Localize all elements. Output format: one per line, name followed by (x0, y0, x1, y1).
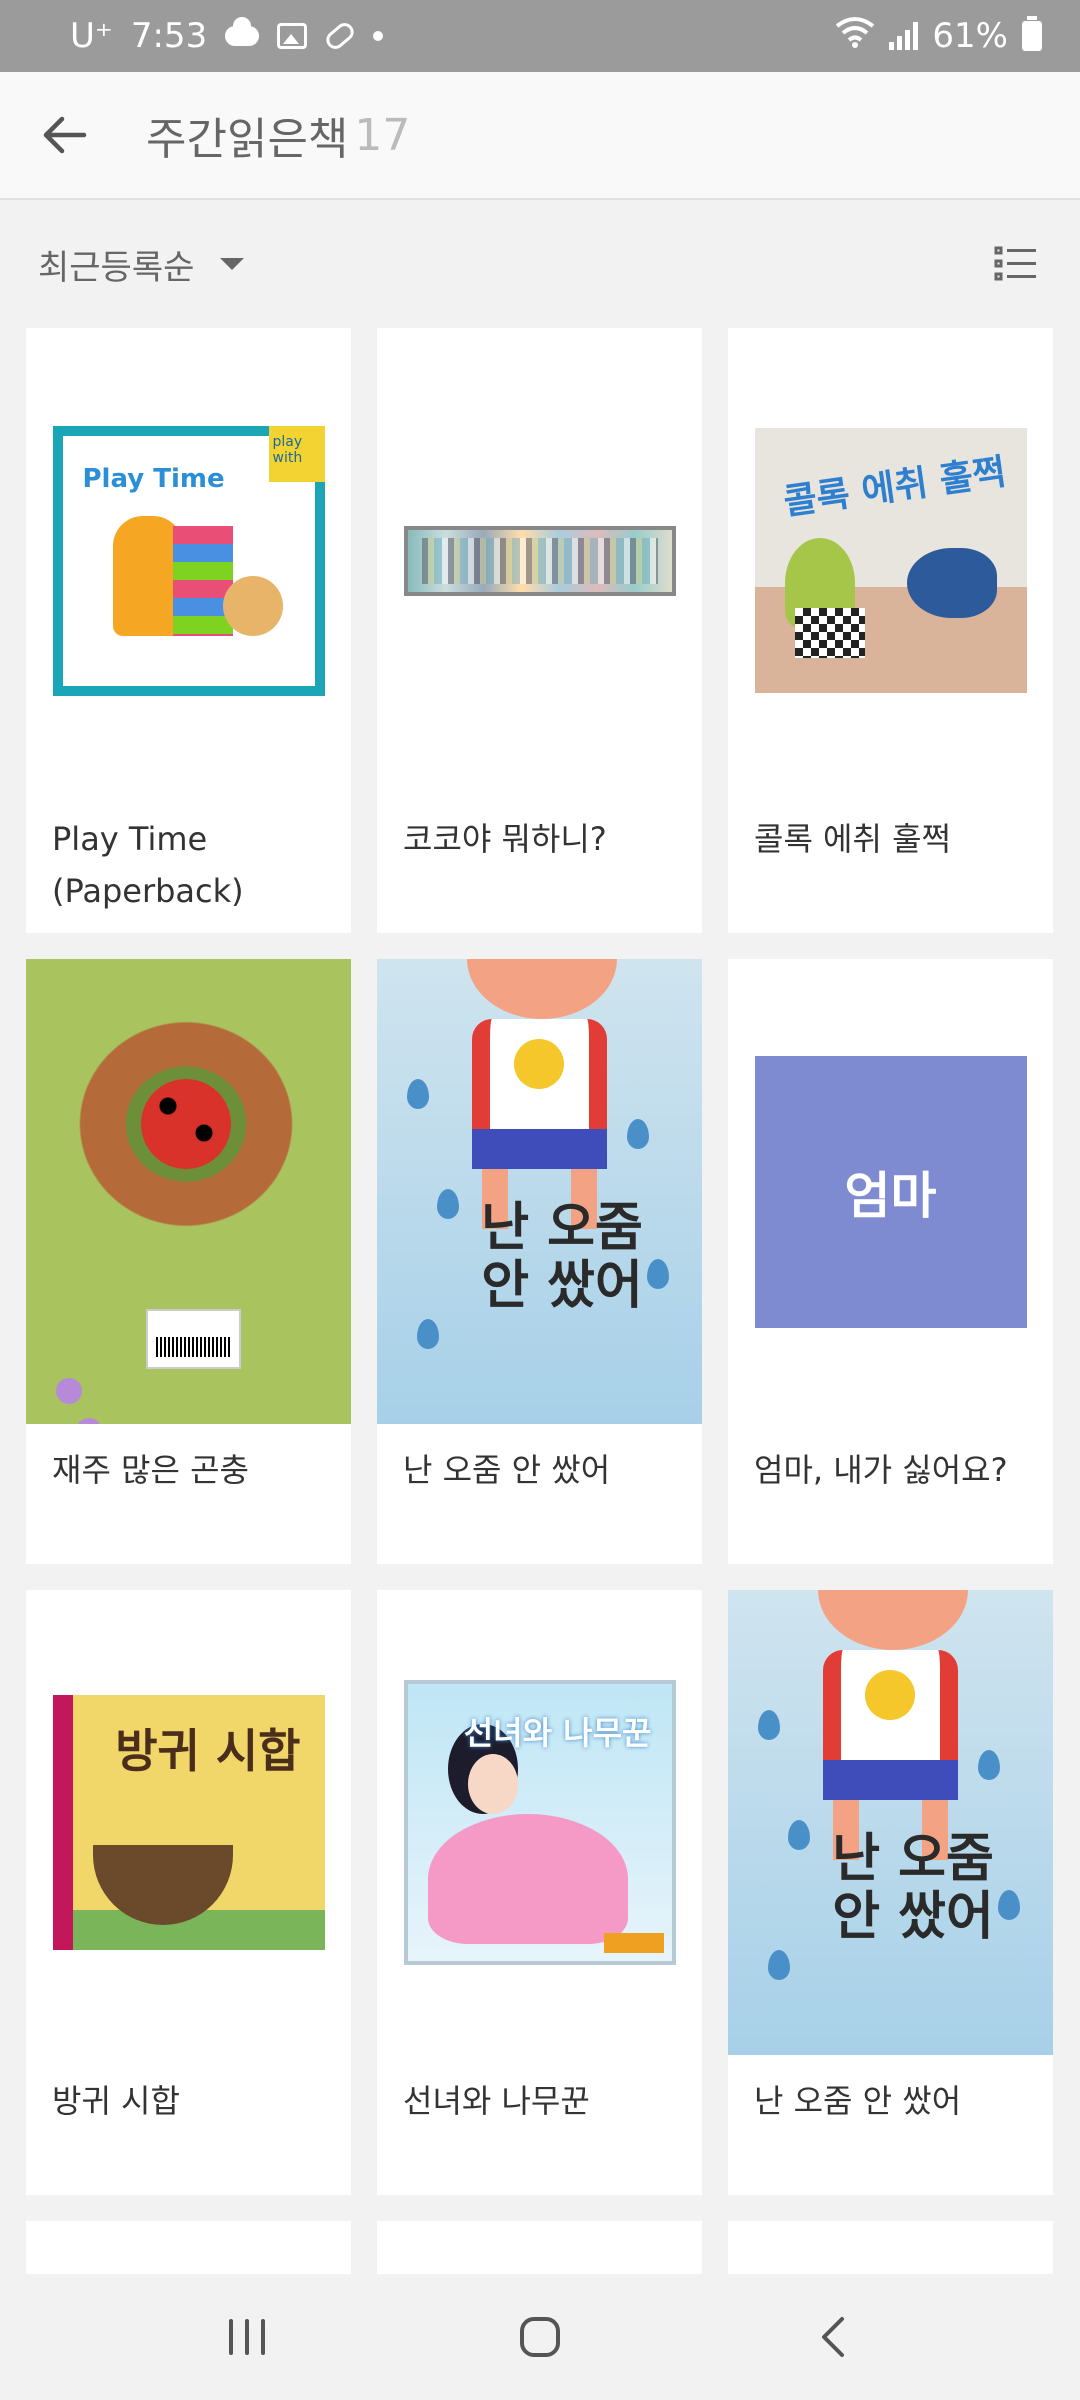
book-card[interactable]: Play Time play with Play Time (Paperback… (26, 328, 351, 933)
cover-title: 방귀 시합 (115, 1724, 301, 1778)
app-bar: 주간읽은책 17 (0, 72, 1080, 200)
gallery-icon (277, 23, 308, 49)
cover-area: 엄마 (728, 959, 1053, 1424)
recents-icon (228, 2319, 265, 2355)
wifi-icon (835, 16, 875, 57)
home-button[interactable] (490, 2287, 590, 2387)
cover-area: 난 오줌 안 쌌어 (728, 1590, 1053, 2055)
book-title: 엄마, 내가 싫어요? (754, 1451, 1008, 1489)
book-card[interactable]: 엄마 엄마, 내가 싫어요? (728, 959, 1053, 1564)
book-cover: 난 오줌 안 쌌어 (377, 959, 702, 1424)
sort-bar: 최근등록순 (0, 200, 1080, 328)
nav-back-button[interactable] (783, 2287, 883, 2387)
signal-icon (889, 22, 919, 50)
status-time: 7:53 (130, 16, 208, 56)
arrow-left-icon (43, 116, 87, 154)
book-title: 난 오줌 안 쌌어 (403, 1451, 611, 1489)
book-cover: 선녀와 나무꾼 (403, 1680, 676, 1965)
book-card[interactable]: 방귀 시합 방귀 시합 (26, 1590, 351, 2195)
book-cover (26, 959, 351, 1424)
dot-icon (373, 31, 384, 41)
cover-tag: play with (268, 425, 325, 482)
page-title: 주간읽은책 (146, 114, 349, 165)
book-title: 난 오줌 안 쌌어 (754, 2082, 962, 2120)
book-card[interactable] (26, 2221, 351, 2281)
cover-area: Play Time play with (26, 328, 351, 793)
home-icon (519, 2317, 560, 2357)
back-button[interactable] (0, 71, 128, 199)
cover-area: 선녀와 나무꾼 (377, 1590, 702, 2055)
pill-icon (322, 19, 358, 53)
carrier-label: U⁺ (70, 16, 113, 56)
book-count: 17 (354, 109, 411, 161)
book-card[interactable]: 선녀와 나무꾼 선녀와 나무꾼 (377, 1590, 702, 2195)
book-title: 콜록 에취 훌쩍 (754, 820, 951, 858)
battery-icon (1022, 16, 1042, 51)
cover-title: 콜록 에취 훌쩍 (780, 451, 1009, 524)
book-card[interactable]: 콜록 에취 훌쩍 콜록 에취 훌쩍 (728, 328, 1053, 933)
view-toggle-button[interactable] (988, 236, 1044, 292)
cover-title: 엄마 (844, 1166, 937, 1225)
chevron-down-icon (220, 258, 245, 270)
book-card[interactable]: 난 오줌 안 쌌어 난 오줌 안 쌌어 (728, 1590, 1053, 2195)
book-title: Play Time (Paperback) (52, 820, 244, 910)
cover-title: 난 오줌 안 쌌어 (481, 1198, 643, 1316)
recents-button[interactable] (197, 2287, 297, 2387)
book-card[interactable]: 난 오줌 안 쌌어 난 오줌 안 쌌어 (377, 959, 702, 1564)
list-view-icon (994, 246, 1036, 281)
cover-area: 난 오줌 안 쌌어 (377, 959, 702, 1424)
book-title: 선녀와 나무꾼 (403, 2082, 590, 2120)
cover-area (26, 959, 351, 1424)
book-title: 재주 많은 곤충 (52, 1451, 249, 1489)
cover-area (377, 328, 702, 793)
book-title: 방귀 시합 (52, 2082, 180, 2120)
sort-dropdown[interactable]: 최근등록순 (38, 240, 245, 289)
cloud-icon (225, 17, 260, 46)
cover-title: 선녀와 나무꾼 (463, 1714, 652, 1752)
book-card[interactable] (377, 2221, 702, 2281)
book-cover (403, 525, 676, 596)
cover-area: 방귀 시합 (26, 1590, 351, 2055)
book-card[interactable]: 코코야 뭐하니? (377, 328, 702, 933)
book-cover: Play Time play with (52, 425, 325, 696)
book-title: 코코야 뭐하니? (403, 820, 607, 858)
cover-title: Play Time (82, 463, 225, 494)
book-cover: 방귀 시합 (52, 1695, 325, 1950)
system-navigation-bar (0, 2274, 1080, 2400)
book-grid: Play Time play with Play Time (Paperback… (26, 328, 1054, 2281)
cover-title: 난 오줌 안 쌌어 (832, 1829, 994, 1947)
cover-area: 콜록 에취 훌쩍 (728, 328, 1053, 793)
book-card[interactable]: 재주 많은 곤충 (26, 959, 351, 1564)
placeholder-cover: 엄마 (754, 1055, 1027, 1328)
book-cover: 난 오줌 안 쌌어 (728, 1590, 1053, 2055)
book-cover: 콜록 에취 훌쩍 (754, 428, 1027, 693)
battery-level: 61% (932, 16, 1008, 56)
status-bar: U⁺ 7:53 61% (0, 0, 1080, 72)
sort-label: 최근등록순 (38, 247, 195, 288)
book-card[interactable] (728, 2221, 1053, 2281)
back-icon (822, 2317, 845, 2357)
